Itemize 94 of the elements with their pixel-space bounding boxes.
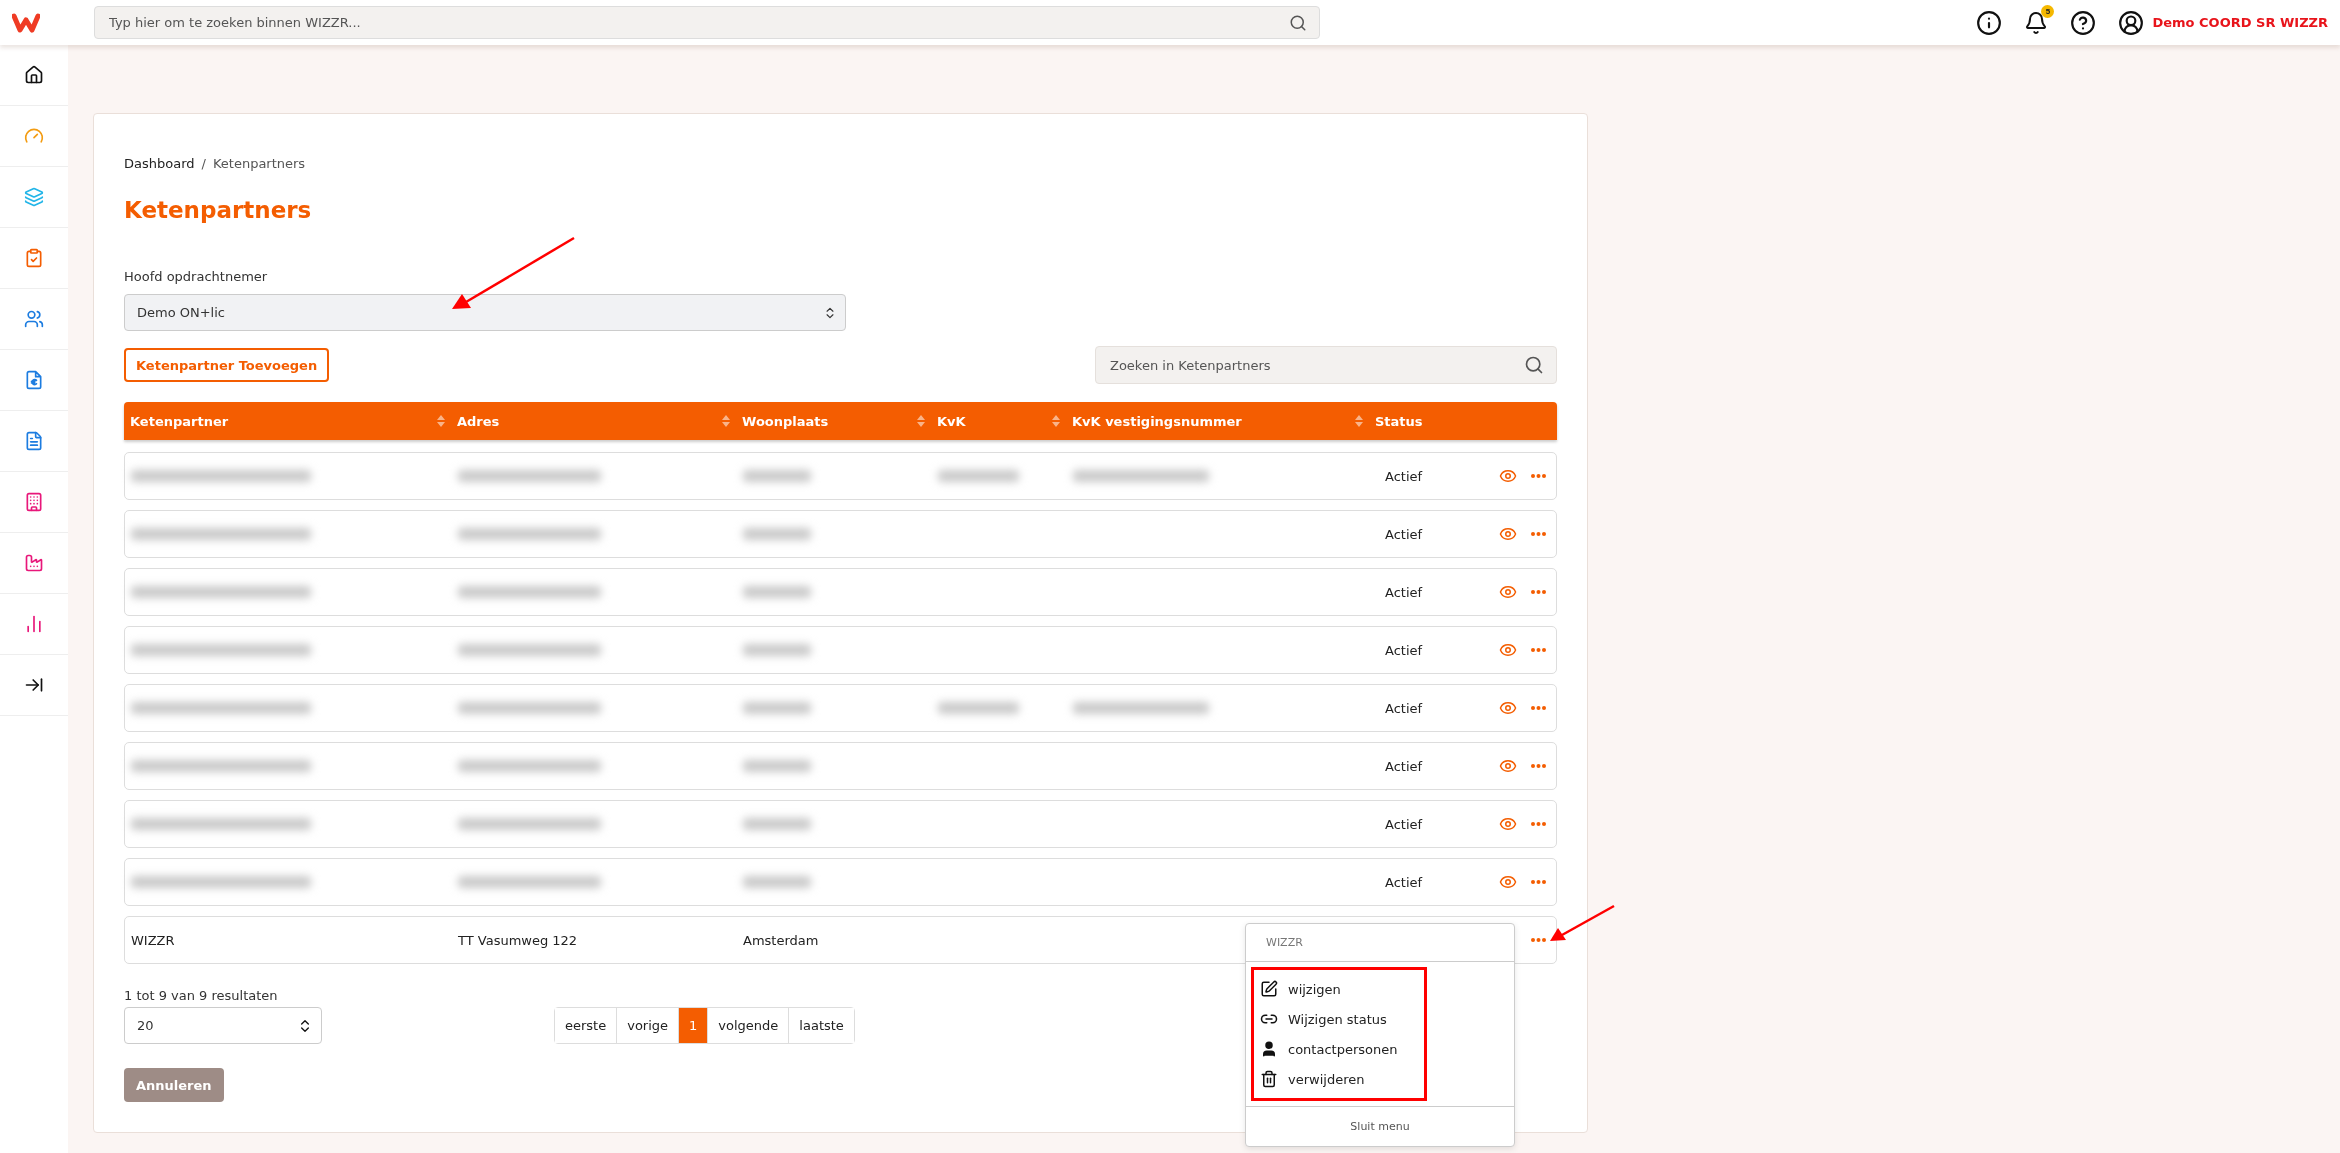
more-button[interactable] xyxy=(1531,590,1546,594)
status-text: Actief xyxy=(1385,700,1423,716)
more-button[interactable] xyxy=(1531,764,1546,768)
info-icon xyxy=(1976,9,2003,36)
help-icon xyxy=(2070,9,2097,36)
view-button[interactable] xyxy=(1499,583,1517,601)
table-cell-text: WIZZR xyxy=(130,932,176,948)
close-menu-button[interactable]: Sluit menu xyxy=(1246,1106,1514,1146)
more-button[interactable] xyxy=(1531,648,1546,652)
sort-icon[interactable] xyxy=(917,415,925,427)
menu-item[interactable]: contactpersonen xyxy=(1260,1034,1418,1064)
search-icon xyxy=(1524,355,1544,375)
checklist-icon xyxy=(24,248,44,268)
status-text: Actief xyxy=(1385,758,1423,774)
building-icon xyxy=(24,492,44,512)
more-button[interactable] xyxy=(1531,822,1546,826)
users-icon xyxy=(24,309,44,329)
dots-icon xyxy=(1531,880,1546,884)
trash-icon xyxy=(1260,1070,1278,1088)
view-button[interactable] xyxy=(1499,699,1517,717)
page-title: Ketenpartners xyxy=(124,197,313,223)
dots-icon xyxy=(1531,648,1546,652)
more-button[interactable] xyxy=(1531,880,1546,884)
page-button[interactable]: laatste xyxy=(788,1008,854,1043)
notifications-button[interactable]: 5 xyxy=(2017,3,2056,42)
dots-icon xyxy=(1531,590,1546,594)
table-cell-text: Amsterdam xyxy=(742,932,820,948)
dots-icon xyxy=(1531,474,1546,478)
view-button[interactable] xyxy=(1499,525,1517,543)
dots-icon xyxy=(1531,764,1546,768)
search-input[interactable]: Typ hier om te zoeken binnen WIZZR... xyxy=(107,14,1281,31)
more-button[interactable] xyxy=(1531,706,1546,710)
menu-item[interactable]: Wijzigen status xyxy=(1260,1004,1418,1034)
notification-count: 5 xyxy=(2041,4,2055,18)
eye-icon xyxy=(1499,583,1517,601)
status-text: Actief xyxy=(1385,526,1423,542)
eye-icon xyxy=(1499,815,1517,833)
bar-chart-icon xyxy=(24,614,44,634)
factory-icon xyxy=(24,553,44,573)
more-button[interactable] xyxy=(1531,938,1546,942)
view-button[interactable] xyxy=(1499,815,1517,833)
status-text: Actief xyxy=(1385,584,1423,600)
more-button[interactable] xyxy=(1531,532,1546,536)
logo-icon xyxy=(12,11,40,34)
results-text: 1 tot 9 van 9 resultaten xyxy=(124,988,278,1003)
dots-icon xyxy=(1531,706,1546,710)
status-text: Actief xyxy=(1385,874,1423,890)
breadcrumb-current: Ketenpartners xyxy=(212,156,306,171)
sort-icon[interactable] xyxy=(437,415,445,427)
dots-icon xyxy=(1531,532,1546,536)
home-icon xyxy=(24,65,44,85)
view-button[interactable] xyxy=(1499,873,1517,891)
field-label: Hoofd opdrachtnemer xyxy=(124,269,269,284)
status-text: Actief xyxy=(1385,816,1423,832)
user-name: Demo COORD SR WIZZR xyxy=(2152,15,2328,30)
contractor-select[interactable]: Demo ON+lic xyxy=(124,294,846,331)
eye-icon xyxy=(1499,873,1517,891)
menu-item[interactable]: wijzigen xyxy=(1260,974,1418,1004)
table-search-field[interactable]: Zoeken in Ketenpartners xyxy=(1095,346,1557,384)
sort-icon[interactable] xyxy=(1052,415,1060,427)
table-cell-text: TT Vasumweg 122 xyxy=(457,932,579,948)
sort-icon[interactable] xyxy=(722,415,730,427)
eye-icon xyxy=(1499,757,1517,775)
dots-icon xyxy=(1531,938,1546,942)
search-icon xyxy=(1289,13,1307,32)
sort-icon[interactable] xyxy=(1355,415,1363,427)
edit-icon xyxy=(1260,980,1278,998)
status-text: Actief xyxy=(1385,642,1423,658)
annotation-arrow xyxy=(1550,906,1614,942)
eye-icon xyxy=(1499,641,1517,659)
menu-item[interactable]: verwijderen xyxy=(1260,1064,1418,1094)
status-text: Actief xyxy=(1385,468,1423,484)
bell-icon xyxy=(2024,10,2049,35)
gauge-icon xyxy=(24,126,44,146)
view-button[interactable] xyxy=(1499,641,1517,659)
view-button[interactable] xyxy=(1499,757,1517,775)
euro-document-icon xyxy=(24,370,44,390)
layers-icon xyxy=(24,187,44,207)
table-search-input[interactable]: Zoeken in Ketenpartners xyxy=(1108,356,1518,374)
view-button[interactable] xyxy=(1499,467,1517,485)
search-field[interactable]: Typ hier om te zoeken binnen WIZZR... xyxy=(94,6,1320,39)
dots-icon xyxy=(1531,822,1546,826)
eye-icon xyxy=(1499,699,1517,717)
breadcrumb-link[interactable]: Dashboard xyxy=(124,156,195,171)
menu-title: WIZZR xyxy=(1246,924,1514,962)
eye-icon xyxy=(1499,467,1517,485)
document-icon xyxy=(24,431,44,451)
user-icon xyxy=(2118,9,2145,36)
person-icon xyxy=(1260,1040,1278,1058)
eye-icon xyxy=(1499,525,1517,543)
breadcrumb-separator: / xyxy=(201,156,206,171)
page-size-select[interactable]: 20 xyxy=(124,1007,322,1044)
more-button[interactable] xyxy=(1531,474,1546,478)
logout-icon xyxy=(24,675,44,695)
